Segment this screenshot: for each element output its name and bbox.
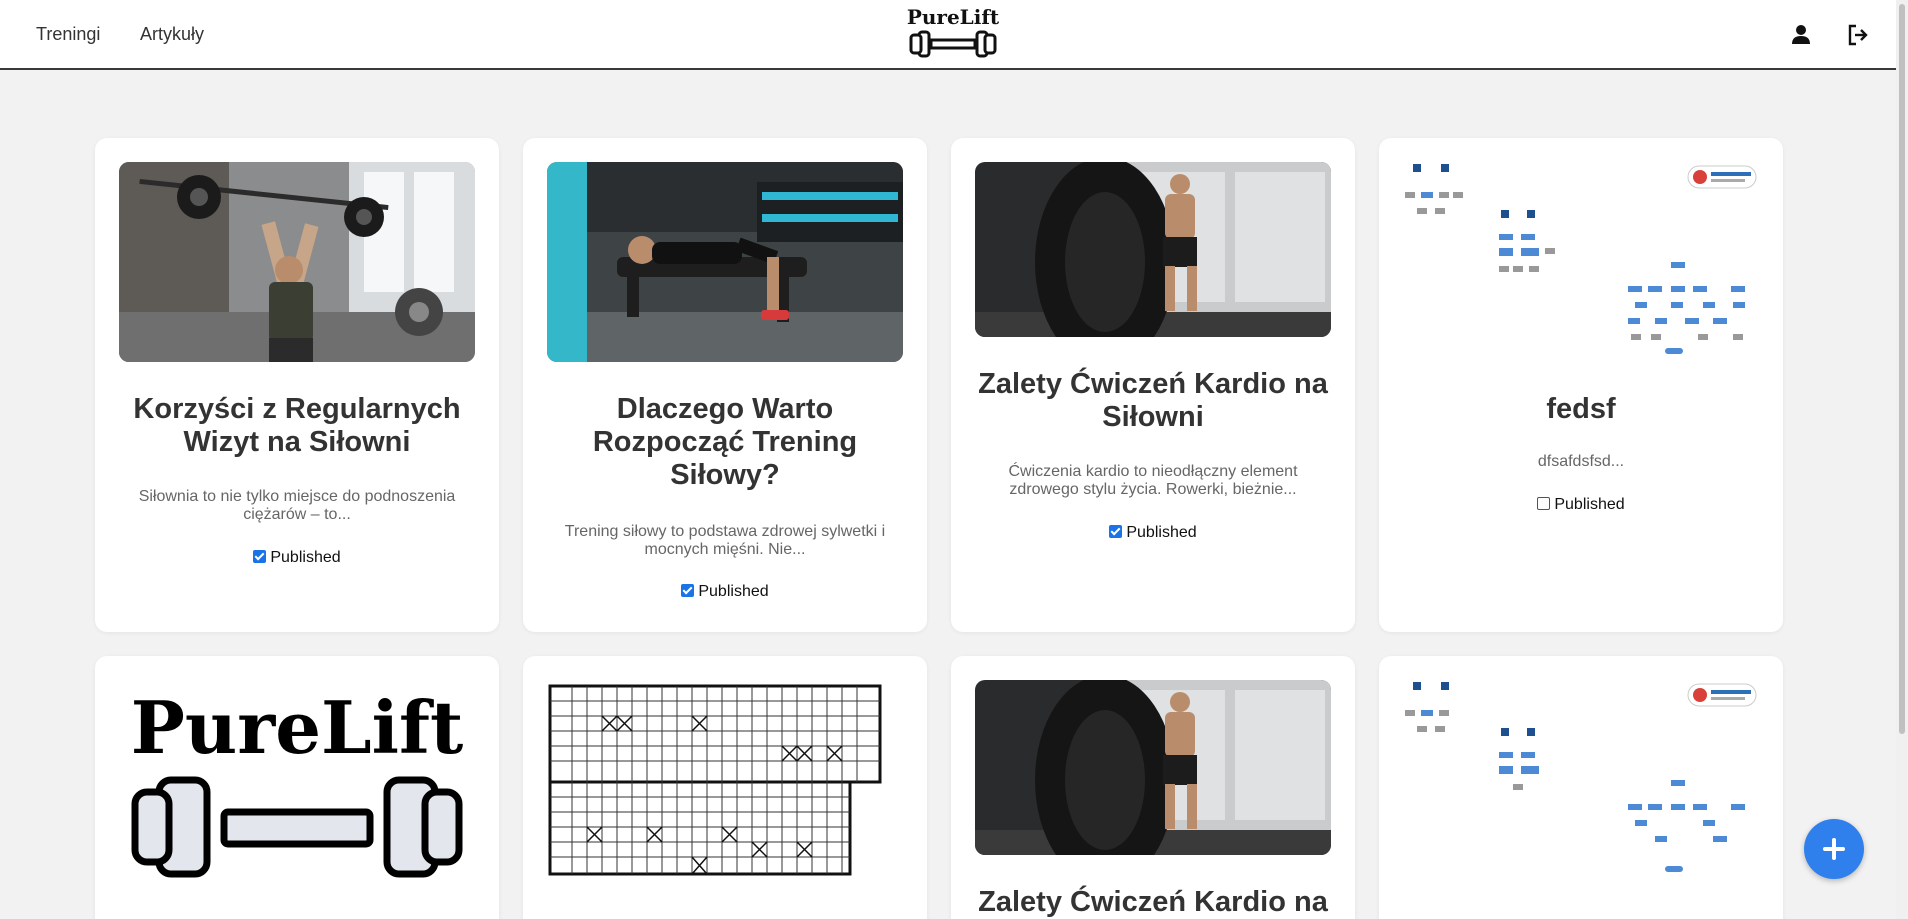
article-title[interactable]: Korzyści z Regularnych Wizyt na Siłowni <box>119 393 475 459</box>
article-card[interactable]: PureLift <box>95 656 499 919</box>
article-image-hip-thrust <box>547 162 903 362</box>
article-card[interactable]: fedsf dfsafdsfsd... Published <box>1379 138 1783 632</box>
article-excerpt: Ćwiczenia kardio to nieodłączny element … <box>1008 463 1298 498</box>
article-card[interactable]: Zalety Ćwiczeń Kardio na Siłowni Ćwiczen… <box>951 138 1355 632</box>
article-image-uml-diagram <box>1403 680 1759 880</box>
dumbbell-icon <box>909 30 997 58</box>
dumbbell-icon <box>131 776 463 878</box>
article-card[interactable] <box>523 656 927 919</box>
article-card[interactable]: Korzyści z Regularnych Wizyt na Siłowni … <box>95 138 499 632</box>
article-card[interactable]: Dlaczego Warto Rozpocząć Trening Siłowy?… <box>523 138 927 632</box>
published-checkbox[interactable] <box>253 550 267 563</box>
article-title[interactable]: fedsf <box>1403 393 1759 426</box>
article-card[interactable]: Zalety Ćwiczeń Kardio na <box>951 656 1355 919</box>
brand-name: PureLift <box>906 5 1000 29</box>
published-label: Published <box>698 583 769 600</box>
article-image-tire-flip <box>975 680 1331 855</box>
article-image-barbell-press <box>119 162 475 362</box>
add-article-button[interactable] <box>1804 819 1864 879</box>
published-toggle[interactable]: Published <box>523 583 927 601</box>
article-card[interactable] <box>1379 656 1783 919</box>
published-checkbox[interactable] <box>1537 497 1551 510</box>
published-checkbox[interactable] <box>1109 525 1123 538</box>
top-navbar: Treningi Artykuły PureLift <box>0 0 1908 70</box>
article-excerpt: dfsafdsfsd... <box>1537 453 1625 470</box>
brand-logo[interactable]: PureLift <box>905 5 1001 61</box>
published-label: Published <box>270 549 341 566</box>
scrollbar-thumb[interactable] <box>1899 4 1905 734</box>
article-image-grid-table <box>547 680 903 880</box>
article-title[interactable]: Zalety Ćwiczeń Kardio na <box>975 886 1331 919</box>
published-label: Published <box>1126 524 1197 541</box>
published-label: Published <box>1554 496 1625 513</box>
article-image-purelift-logo: PureLift <box>119 680 475 880</box>
article-excerpt: Siłownia to nie tylko miejsce do podnosz… <box>138 488 456 523</box>
article-image-tire-flip <box>975 162 1331 337</box>
nav-link-artykuly[interactable]: Artykuły <box>140 24 204 45</box>
article-title[interactable]: Zalety Ćwiczeń Kardio na Siłowni <box>975 368 1331 434</box>
published-toggle[interactable]: Published <box>1379 496 1783 514</box>
published-checkbox[interactable] <box>681 584 695 597</box>
article-title[interactable]: Dlaczego Warto Rozpocząć Trening Siłowy? <box>547 393 903 492</box>
user-icon[interactable] <box>1788 22 1814 48</box>
logout-icon[interactable] <box>1845 22 1871 48</box>
published-toggle[interactable]: Published <box>95 549 499 567</box>
nav-link-treningi[interactable]: Treningi <box>36 24 100 45</box>
article-excerpt: Trening siłowy to podstawa zdrowej sylwe… <box>564 523 886 558</box>
article-image-uml-diagram <box>1403 162 1759 362</box>
page-scrollbar[interactable] <box>1896 0 1908 919</box>
published-toggle[interactable]: Published <box>951 524 1355 542</box>
